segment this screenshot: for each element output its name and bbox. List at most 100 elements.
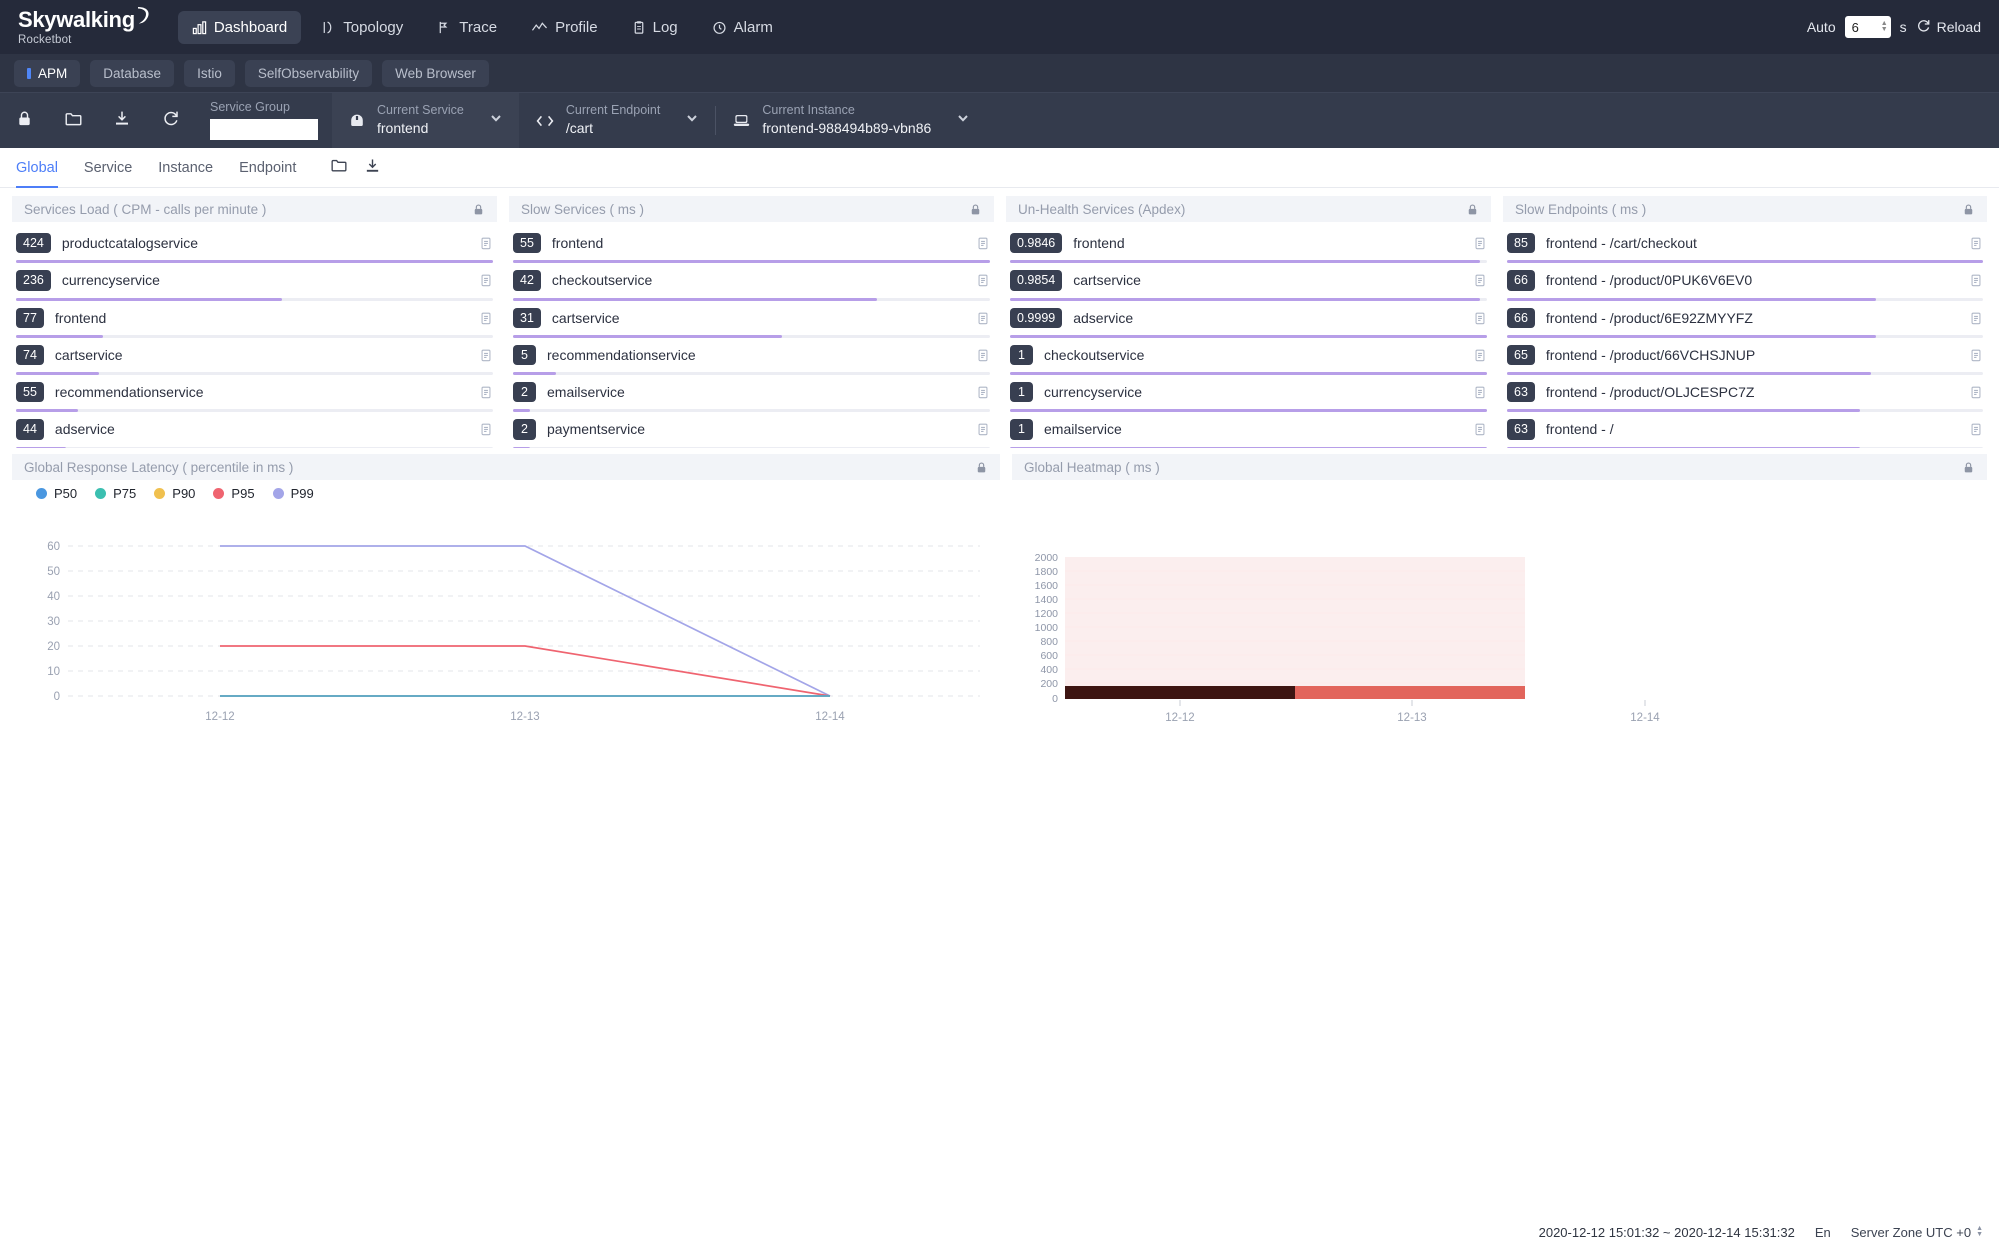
- brand-logo[interactable]: Skywalking Rocketbot: [18, 9, 152, 46]
- heatmap-chart[interactable]: 2000 1800 1600 1400 1200 1000 800 600 40…: [1012, 480, 1987, 747]
- list-item[interactable]: 1 currencyservice: [1008, 375, 1489, 412]
- copy-icon[interactable]: [976, 385, 990, 399]
- copy-icon[interactable]: [1473, 422, 1487, 436]
- folder-button[interactable]: [49, 93, 97, 149]
- list-item[interactable]: 63 frontend - /: [1505, 412, 1985, 448]
- chevron-down-icon[interactable]: [685, 111, 699, 130]
- tab-instance[interactable]: Instance: [158, 148, 213, 188]
- copy-icon[interactable]: [1473, 273, 1487, 287]
- legend-item-p75[interactable]: P75: [95, 486, 136, 501]
- legend-item-p90[interactable]: P90: [154, 486, 195, 501]
- download-icon[interactable]: [364, 157, 381, 179]
- copy-icon[interactable]: [479, 422, 493, 436]
- nav-item-log[interactable]: Log: [618, 11, 692, 44]
- nav-item-dashboard[interactable]: Dashboard: [178, 11, 301, 44]
- current-endpoint-selector[interactable]: Current Endpoint /cart: [519, 93, 716, 148]
- list-item[interactable]: 55 recommendationservice: [14, 375, 495, 412]
- download-button[interactable]: [98, 93, 146, 149]
- subnav-chip-selfobservability[interactable]: SelfObservability: [245, 60, 372, 87]
- copy-icon[interactable]: [479, 311, 493, 325]
- chevron-down-icon[interactable]: [956, 111, 970, 130]
- subnav-chip-apm[interactable]: APM: [14, 60, 80, 87]
- nav-item-trace[interactable]: Trace: [423, 11, 511, 44]
- copy-icon[interactable]: [1473, 385, 1487, 399]
- list-item[interactable]: 44 adservice: [14, 412, 495, 448]
- nav-item-topology[interactable]: Topology: [307, 11, 417, 44]
- panel-title: Slow Endpoints ( ms ): [1515, 202, 1646, 217]
- service-group-input[interactable]: [210, 119, 318, 140]
- copy-icon[interactable]: [479, 348, 493, 362]
- stepper-arrows-icon[interactable]: ▲▼: [1976, 1226, 1983, 1238]
- copy-icon[interactable]: [479, 385, 493, 399]
- auto-refresh-interval-stepper[interactable]: 6 ▲▼: [1845, 16, 1891, 38]
- stepper-arrows-icon[interactable]: ▲▼: [1881, 21, 1888, 33]
- list-item[interactable]: 55 frontend: [511, 226, 992, 263]
- lock-icon[interactable]: [975, 461, 988, 474]
- list-item[interactable]: 66 frontend - /product/0PUK6V6EV0: [1505, 263, 1985, 300]
- copy-icon[interactable]: [976, 348, 990, 362]
- copy-icon[interactable]: [1969, 348, 1983, 362]
- copy-icon[interactable]: [1473, 311, 1487, 325]
- subnav-chip-web-browser[interactable]: Web Browser: [382, 60, 489, 87]
- line-chart[interactable]: 6050 4030 2010 0 12-12 12-13 12-14: [12, 501, 1000, 736]
- list-item[interactable]: 236 currencyservice: [14, 263, 495, 300]
- tab-global[interactable]: Global: [16, 148, 58, 188]
- list-item[interactable]: 31 cartservice: [511, 301, 992, 338]
- current-instance-selector[interactable]: Current Instance frontend-988494b89-vbn8…: [716, 93, 986, 148]
- subnav-chip-istio[interactable]: Istio: [184, 60, 235, 87]
- copy-icon[interactable]: [976, 422, 990, 436]
- copy-icon[interactable]: [976, 273, 990, 287]
- lock-icon[interactable]: [1962, 203, 1975, 216]
- lock-button[interactable]: [0, 93, 48, 149]
- copy-icon[interactable]: [1969, 422, 1983, 436]
- legend-item-p99[interactable]: P99: [273, 486, 314, 501]
- chevron-down-icon[interactable]: [489, 111, 503, 130]
- copy-icon[interactable]: [479, 273, 493, 287]
- copy-icon[interactable]: [1969, 236, 1983, 250]
- list-item[interactable]: 2 paymentservice: [511, 412, 992, 448]
- nav-item-alarm[interactable]: Alarm: [698, 11, 787, 44]
- list-item[interactable]: 0.9854 cartservice: [1008, 263, 1489, 300]
- list-item[interactable]: 77 frontend: [14, 301, 495, 338]
- tab-service[interactable]: Service: [84, 148, 132, 188]
- list-item[interactable]: 1 checkoutservice: [1008, 338, 1489, 375]
- list-item[interactable]: 1 emailservice: [1008, 412, 1489, 448]
- list-item[interactable]: 85 frontend - /cart/checkout: [1505, 226, 1985, 263]
- list-item[interactable]: 0.9999 adservice: [1008, 301, 1489, 338]
- lock-icon[interactable]: [969, 203, 982, 216]
- copy-icon[interactable]: [479, 236, 493, 250]
- lock-icon[interactable]: [472, 203, 485, 216]
- list-item[interactable]: 2 emailservice: [511, 375, 992, 412]
- list-item[interactable]: 65 frontend - /product/66VCHSJNUP: [1505, 338, 1985, 375]
- service-group-field[interactable]: Service Group: [196, 93, 332, 148]
- lock-icon[interactable]: [1466, 203, 1479, 216]
- copy-icon[interactable]: [1473, 348, 1487, 362]
- copy-icon[interactable]: [976, 311, 990, 325]
- legend-item-p50[interactable]: P50: [36, 486, 77, 501]
- folder-icon[interactable]: [330, 157, 348, 178]
- copy-icon[interactable]: [1969, 385, 1983, 399]
- list-item[interactable]: 424 productcatalogservice: [14, 226, 495, 263]
- copy-icon[interactable]: [976, 236, 990, 250]
- current-service-selector[interactable]: Current Service frontend: [332, 93, 519, 148]
- copy-icon[interactable]: [1969, 273, 1983, 287]
- list-item[interactable]: 66 frontend - /product/6E92ZMYYFZ: [1505, 301, 1985, 338]
- reload-button[interactable]: Reload: [1916, 18, 1981, 36]
- timezone-selector[interactable]: Server Zone UTC +0 ▲▼: [1851, 1225, 1983, 1240]
- legend-item-p95[interactable]: P95: [213, 486, 254, 501]
- copy-icon[interactable]: [1473, 236, 1487, 250]
- subnav-chip-database[interactable]: Database: [90, 60, 174, 87]
- refresh-button[interactable]: [147, 93, 195, 149]
- tab-endpoint[interactable]: Endpoint: [239, 148, 296, 188]
- list-item[interactable]: 63 frontend - /product/OLJCESPC7Z: [1505, 375, 1985, 412]
- tab-label: Endpoint: [239, 160, 296, 176]
- list-item[interactable]: 0.9846 frontend: [1008, 226, 1489, 263]
- list-item[interactable]: 42 checkoutservice: [511, 263, 992, 300]
- language-selector[interactable]: En: [1815, 1225, 1831, 1240]
- nav-item-profile[interactable]: Profile: [517, 11, 612, 44]
- copy-icon[interactable]: [1969, 311, 1983, 325]
- list-item[interactable]: 5 recommendationservice: [511, 338, 992, 375]
- time-range-label[interactable]: 2020-12-12 15:01:32 ~ 2020-12-14 15:31:3…: [1539, 1225, 1795, 1240]
- list-item[interactable]: 74 cartservice: [14, 338, 495, 375]
- lock-icon[interactable]: [1962, 461, 1975, 474]
